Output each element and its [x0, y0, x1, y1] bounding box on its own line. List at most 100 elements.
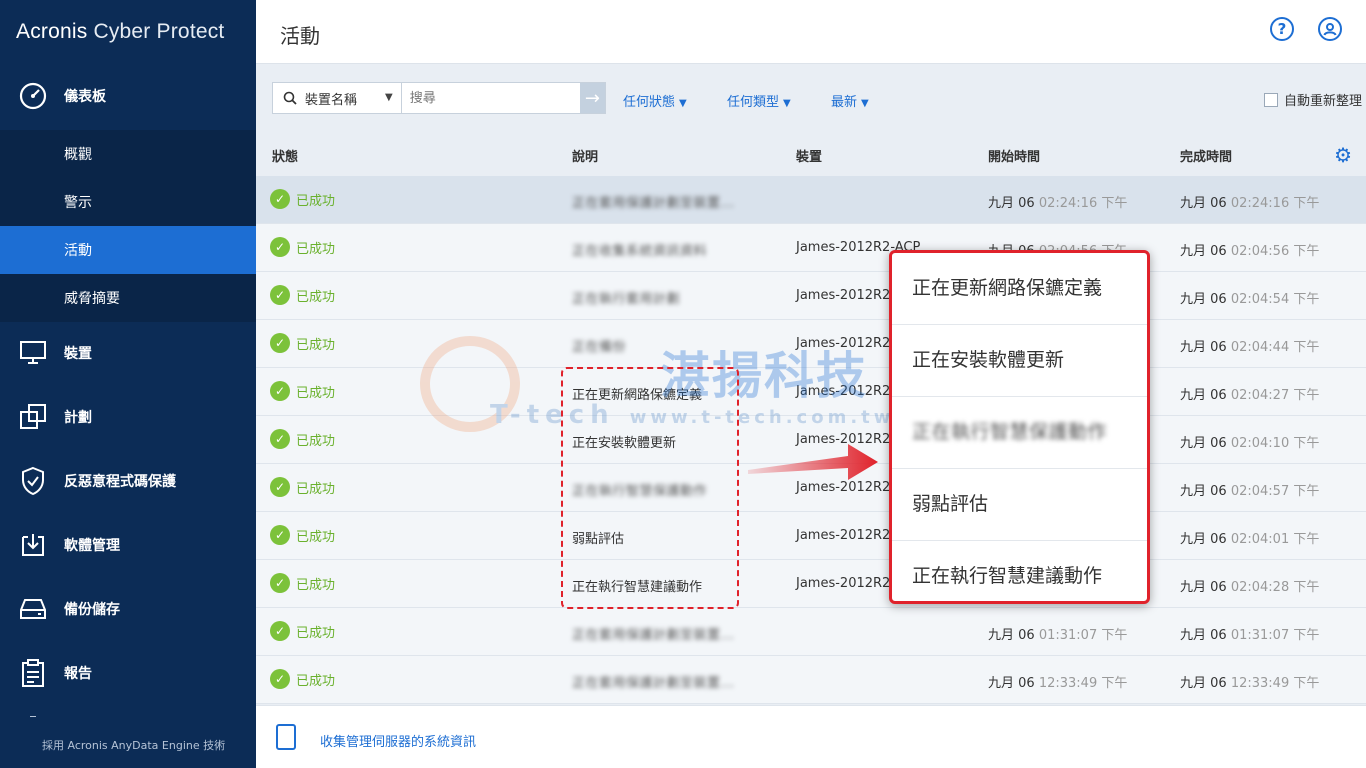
end-time-cell: 九月 06 02:04:10 下午: [1180, 436, 1320, 451]
sidebar-item-backup-storage[interactable]: 備份儲存: [0, 577, 256, 641]
chevron-down-icon: ▼: [679, 98, 687, 109]
table-row[interactable]: ✓已成功正在備份James-2012R2九月 06 02:04:44 下午九月 …: [256, 320, 1366, 368]
sidebar-item-dashboard[interactable]: 儀表板: [0, 64, 256, 128]
search-go-button[interactable]: →: [579, 83, 605, 113]
script-icon: [276, 724, 296, 750]
search-icon: [283, 91, 297, 105]
table-row[interactable]: ✓ 已成功 正在套用保護計劃至裝置... 九月 06 02:24:16 下午 九月 06…: [256, 176, 1366, 224]
sidebar-item-label: 計劃: [64, 410, 92, 426]
sidebar-subitem-overview[interactable]: 概觀: [0, 130, 256, 178]
toolbar: 裝置名稱 ▼ → 任何狀態▼ 任何類型▼ 最新▼ 自動重新整理: [256, 64, 1366, 134]
end-time-cell: 九月 06 02:24:16 下午: [1180, 196, 1320, 211]
sidebar-item-devices[interactable]: 裝置: [0, 321, 256, 385]
status-text: 已成功: [296, 577, 336, 593]
callout-item: 正在執行智慧建議動作: [912, 565, 1103, 587]
start-time-cell: 九月 06 01:31:07 下午: [988, 628, 1128, 643]
arrow-right-icon: →: [584, 87, 600, 109]
table-row[interactable]: ✓ 已成功 正在執行套用計劃 James-2012R2 九月 06 02:04:54 下…: [256, 272, 1366, 320]
table-row[interactable]: ✓ 已成功 正在套用保護計劃至裝置... 九月 06 01:31:07 下午 九月 06…: [256, 608, 1366, 656]
sidebar-subitem-threat-feed[interactable]: 威脅摘要: [0, 274, 256, 322]
status-text: 已成功: [296, 433, 336, 449]
annotation-arrow: [748, 444, 878, 480]
success-check-icon: ✓: [270, 237, 290, 257]
column-header-status[interactable]: 狀態: [272, 146, 298, 165]
help-icon[interactable]: ?: [1270, 17, 1294, 41]
shield-icon: [18, 466, 48, 496]
chevron-down-icon: ▼: [861, 98, 869, 109]
success-check-icon: ✓: [270, 573, 290, 593]
gear-icon[interactable]: ⚙: [1334, 143, 1352, 167]
end-time-cell: 九月 06 12:33:49 下午: [1180, 676, 1320, 691]
sidebar-item-reports[interactable]: 報告: [0, 641, 256, 705]
success-check-icon: ✓: [270, 429, 290, 449]
success-check-icon: ✓: [270, 477, 290, 497]
end-time-cell: 九月 06 02:04:54 下午: [1180, 292, 1320, 307]
status-text: 已成功: [296, 289, 336, 305]
sidebar-item-label: 儀表板: [64, 89, 106, 105]
table-row[interactable]: ✓ 已成功 正在更新網路保鑣定義 James-2012R2 九月 06 02:04:27…: [256, 368, 1366, 416]
sidebar-item-antimalware[interactable]: 反惡意程式碼保護: [0, 449, 256, 513]
success-check-icon: ✓: [270, 189, 290, 209]
end-time-cell: 九月 06 02:04:44 下午: [1180, 340, 1320, 355]
success-check-icon: ✓: [270, 381, 290, 401]
column-header-device[interactable]: 裝置: [796, 146, 822, 165]
column-header-start-time[interactable]: 開始時間: [988, 146, 1040, 165]
sidebar-item-label: 報告: [64, 666, 92, 682]
table-row[interactable]: ✓ 已成功 正在執行智慧建議動作 James-2012R2 九月 06 02:04:28…: [256, 560, 1366, 608]
end-time-cell: 九月 06 02:04:01 下午: [1180, 532, 1320, 547]
status-text: 已成功: [296, 481, 336, 497]
device-cell: James-2012R2: [796, 384, 891, 399]
status-text: 已成功: [296, 529, 336, 545]
sidebar-item-label: 反惡意程式碼保護: [64, 474, 176, 490]
sidebar-subitem-label: 活動: [64, 243, 92, 259]
sort-filter[interactable]: 最新 ▼: [831, 91, 869, 110]
description-cell: 正在套用保護計劃至裝置...: [572, 628, 735, 643]
page-header: 活動 ?: [256, 0, 1366, 64]
status-text: 已成功: [296, 241, 336, 257]
success-check-icon: ✓: [270, 669, 290, 689]
table-row[interactable]: ✓已成功弱點評估James-2012R2九月 06 02:04:01 下午九月 …: [256, 512, 1366, 560]
status-cell: ✓ 已成功: [270, 237, 335, 257]
sidebar-subitem-alerts[interactable]: 警示: [0, 178, 256, 226]
sidebar: Acronis Cyber Protect 儀表板 概觀 警示 活動 威脅摘要 …: [0, 0, 256, 768]
column-header-end-time[interactable]: 完成時間: [1180, 146, 1232, 165]
auto-refresh-toggle[interactable]: 自動重新整理: [1263, 90, 1362, 109]
sidebar-item-label: 軟體管理: [64, 538, 120, 554]
storage-icon: [18, 594, 48, 624]
device-cell: James-2012R2: [796, 336, 891, 351]
start-time-cell: 九月 06 02:24:16 下午: [988, 196, 1128, 211]
sidebar-footer: 採用 Acronis AnyData Engine 技術: [42, 739, 226, 752]
device-cell: James-2012R2: [796, 576, 891, 591]
search-input[interactable]: [401, 83, 580, 113]
end-time-cell: 九月 06 02:04:57 下午: [1180, 484, 1320, 499]
status-text: 已成功: [296, 625, 336, 641]
device-cell: James-2012R2: [796, 528, 891, 543]
download-box-icon: [18, 530, 48, 560]
auto-refresh-checkbox[interactable]: [1263, 92, 1278, 107]
status-filter[interactable]: 任何狀態 ▼: [623, 91, 687, 110]
sidebar-item-label: 備份儲存: [64, 602, 120, 618]
end-time-cell: 九月 06 02:04:28 下午: [1180, 580, 1320, 595]
success-check-icon: ✓: [270, 285, 290, 305]
table-row[interactable]: ✓ 已成功 正在收集系統資訊資料 James-2012R2-ACP 九月 06 02:0…: [256, 224, 1366, 272]
status-text: 已成功: [296, 385, 336, 401]
search-field-select[interactable]: 裝置名稱 ▼: [273, 83, 402, 113]
table-row[interactable]: ✓ 已成功 正在套用保護計劃至裝置... 九月 06 12:33:49 下午 九月 06…: [256, 656, 1366, 704]
column-header-description[interactable]: 說明: [572, 146, 598, 165]
collect-system-info-link[interactable]: 收集管理伺服器的系統資訊: [320, 731, 476, 750]
description-cell: 正在收集系統資訊資料: [572, 244, 708, 259]
callout-item: 弱點評估: [892, 469, 1147, 541]
description-cell: 正在套用保護計劃至裝置...: [572, 196, 735, 211]
sidebar-item-label: 裝置: [64, 346, 92, 362]
gauge-icon: [18, 81, 48, 111]
sidebar-item-plans[interactable]: 計劃: [0, 385, 256, 449]
sidebar-item-software-management[interactable]: 軟體管理: [0, 513, 256, 577]
account-icon[interactable]: [1318, 17, 1342, 41]
sidebar-subitem-activities[interactable]: 活動: [0, 226, 256, 274]
status-cell: ✓ 已成功: [270, 477, 335, 497]
chevron-down-icon: ▼: [385, 92, 393, 103]
type-filter[interactable]: 任何類型 ▼: [727, 91, 791, 110]
search-field-label: 裝置名稱: [305, 92, 358, 108]
status-cell: ✓ 已成功: [270, 381, 335, 401]
annotation-callout: 正在更新網路保鑣定義 正在安裝軟體更新 正在執行智慧保護動作 弱點評估 正在執行智慧建議…: [889, 250, 1150, 604]
